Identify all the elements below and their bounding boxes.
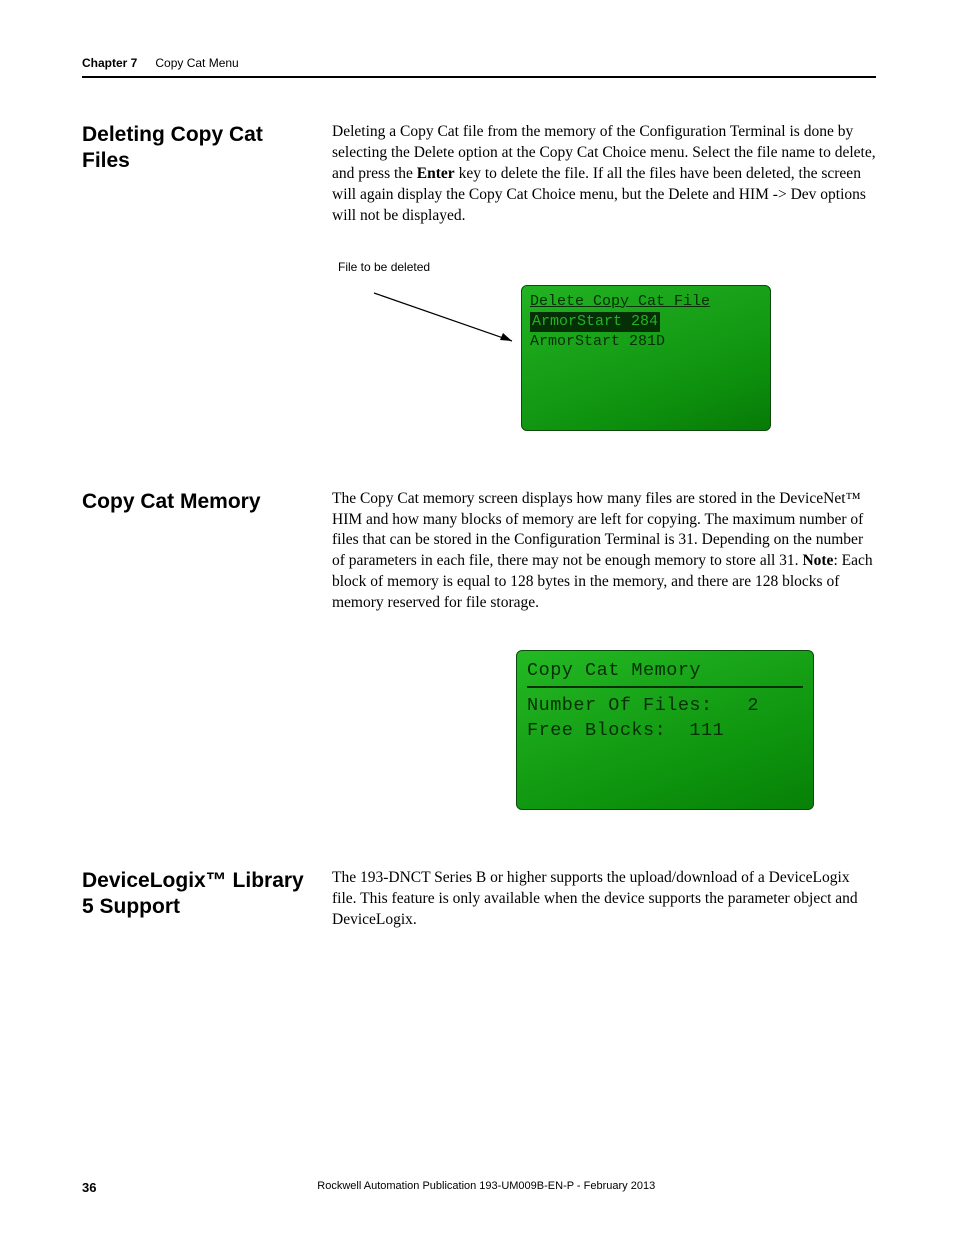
heading-memory: Copy Cat Memory xyxy=(82,489,312,515)
lcd-title: Delete Copy Cat File xyxy=(530,293,710,310)
section-deleting: Deleting Copy Cat Files Deleting a Copy … xyxy=(82,122,876,431)
figure-caption: File to be deleted xyxy=(338,260,430,274)
section-body-col: Deleting a Copy Cat file from the memory… xyxy=(332,122,876,431)
chapter-label: Chapter 7 xyxy=(82,56,137,70)
lcd-line-files: Number Of Files: 2 xyxy=(527,694,803,719)
devicelogix-paragraph: The 193-DNCT Series B or higher supports… xyxy=(332,868,876,931)
publication-info: Rockwell Automation Publication 193-UM00… xyxy=(82,1180,876,1192)
section-memory: Copy Cat Memory The Copy Cat memory scre… xyxy=(82,489,876,811)
figure-wrap: Delete Copy Cat File ArmorStart 284 Armo… xyxy=(332,285,876,431)
heading-deleting: Deleting Copy Cat Files xyxy=(82,122,312,175)
lcd-row: ArmorStart 281D xyxy=(530,332,762,352)
memory-paragraph: The Copy Cat memory screen displays how … xyxy=(332,489,876,615)
chapter-title: Copy Cat Menu xyxy=(155,56,238,70)
deleting-paragraph: Deleting a Copy Cat file from the memory… xyxy=(332,122,876,227)
lcd-memory-screen: Copy Cat Memory Number Of Files: 2 Free … xyxy=(516,650,814,810)
note-bold: Note xyxy=(802,552,833,569)
page: Chapter 7 Copy Cat Menu Deleting Copy Ca… xyxy=(0,0,954,1235)
enter-key: Enter xyxy=(417,165,455,182)
section-heading-col: Deleting Copy Cat Files xyxy=(82,122,332,431)
lcd-delete-screen: Delete Copy Cat File ArmorStart 284 Armo… xyxy=(521,285,771,431)
page-number: 36 xyxy=(82,1180,96,1195)
section-heading-col: Copy Cat Memory xyxy=(82,489,332,811)
memory-body-pre: The Copy Cat memory screen displays how … xyxy=(332,490,863,570)
section-devicelogix: DeviceLogix™ Library 5 Support The 193-D… xyxy=(82,868,876,931)
lcd-title: Copy Cat Memory xyxy=(527,659,803,688)
section-heading-col: DeviceLogix™ Library 5 Support xyxy=(82,868,332,931)
section-body-col: The Copy Cat memory screen displays how … xyxy=(332,489,876,811)
lcd-line-blocks: Free Blocks: 111 xyxy=(527,719,803,744)
heading-devicelogix: DeviceLogix™ Library 5 Support xyxy=(82,868,312,921)
page-header: Chapter 7 Copy Cat Menu xyxy=(82,56,876,78)
arrow-icon xyxy=(372,291,522,349)
lcd-row-selected: ArmorStart 284 xyxy=(530,312,762,332)
lcd-selected-text: ArmorStart 284 xyxy=(530,312,660,332)
figure-caption-row: File to be deleted xyxy=(338,259,876,277)
page-footer: 36 Rockwell Automation Publication 193-U… xyxy=(82,1180,876,1195)
section-body-col: The 193-DNCT Series B or higher supports… xyxy=(332,868,876,931)
